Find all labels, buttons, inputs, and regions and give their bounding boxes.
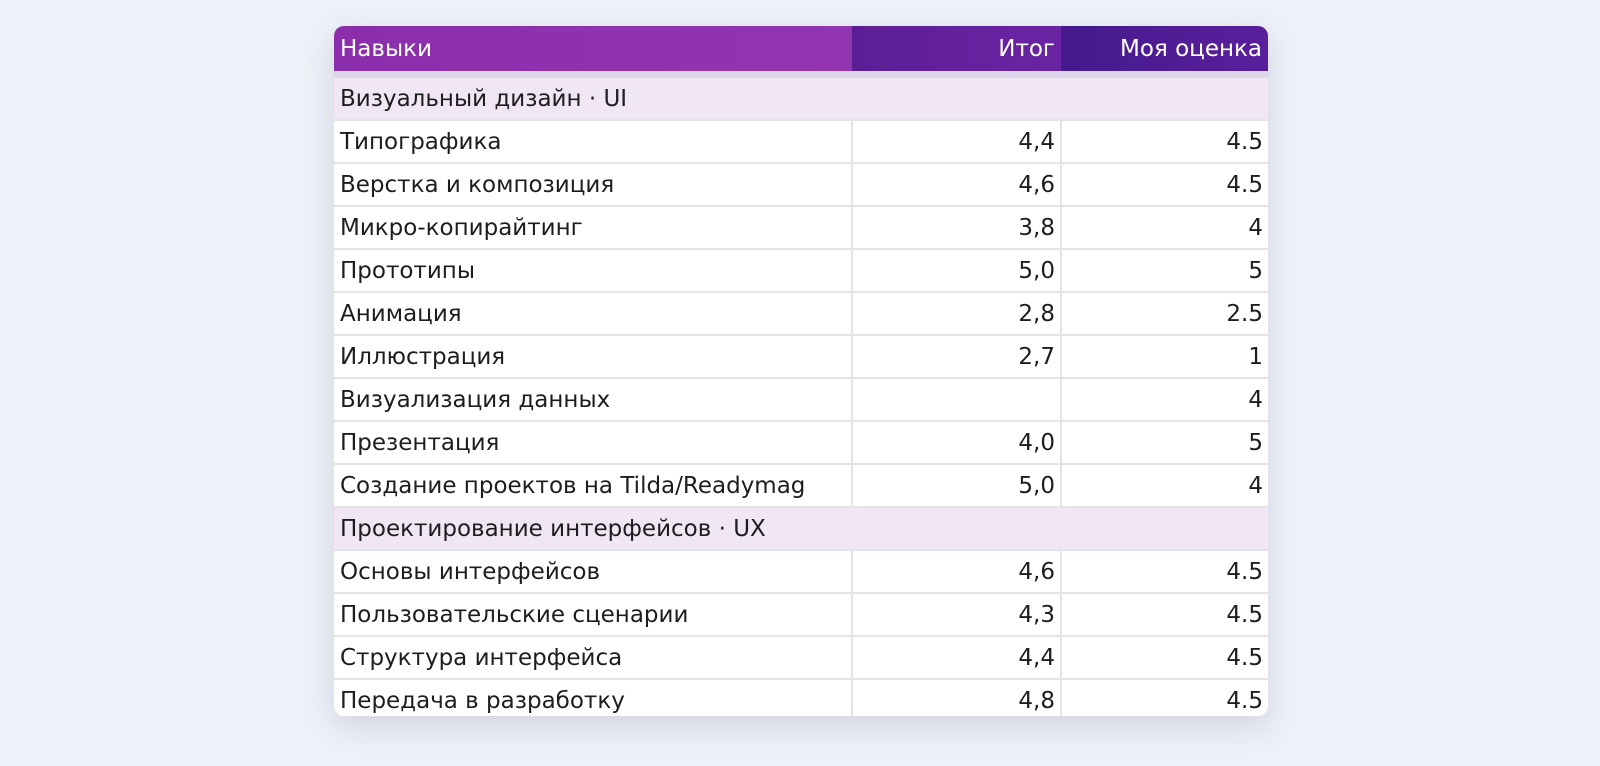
self-rating-cell: 4: [1060, 464, 1268, 508]
self-rating-cell: 2.5: [1060, 292, 1268, 336]
total-score-cell: 4,6: [851, 163, 1061, 207]
table-row[interactable]: Передача в разработку 4,8 4.5: [334, 679, 1268, 716]
total-score-cell: 2,7: [851, 335, 1061, 379]
table-row[interactable]: Визуализация данных 4: [334, 378, 1268, 422]
section-row: Визуальный дизайн · UI: [334, 74, 1268, 121]
self-rating-cell: 4.5: [1060, 679, 1268, 716]
skill-name-cell: Создание проектов на Tilda/Readymag: [334, 464, 852, 508]
total-score-cell: 5,0: [851, 464, 1061, 508]
table-row[interactable]: Типографика 4,4 4.5: [334, 120, 1268, 164]
table-row[interactable]: Презентация 4,0 5: [334, 421, 1268, 465]
self-rating-cell: 4.5: [1060, 550, 1268, 594]
table-row[interactable]: Пользовательские сценарии 4,3 4.5: [334, 593, 1268, 637]
section-title: Проектирование интерфейсов · UX: [334, 507, 1268, 551]
skill-name-cell: Основы интерфейсов: [334, 550, 852, 594]
skill-name-cell: Типографика: [334, 120, 852, 164]
skill-name-cell: Визуализация данных: [334, 378, 852, 422]
skills-table: Навыки Итог Моя оценка Визуальный дизайн…: [334, 26, 1268, 716]
total-score-cell: [851, 378, 1061, 422]
self-rating-cell: 4.5: [1060, 636, 1268, 680]
total-score-cell: 4,4: [851, 120, 1061, 164]
header-row: Навыки Итог Моя оценка: [334, 26, 1268, 78]
table-row[interactable]: Микро-копирайтинг 3,8 4: [334, 206, 1268, 250]
table-row[interactable]: Структура интерфейса 4,4 4.5: [334, 636, 1268, 680]
self-rating-cell: 4.5: [1060, 163, 1268, 207]
self-rating-cell: 1: [1060, 335, 1268, 379]
column-header-total[interactable]: Итог: [852, 26, 1061, 78]
table-row[interactable]: Иллюстрация 2,7 1: [334, 335, 1268, 379]
column-header-self-rating[interactable]: Моя оценка: [1061, 26, 1268, 78]
self-rating-cell: 4: [1060, 378, 1268, 422]
skills-table-card: Навыки Итог Моя оценка Визуальный дизайн…: [334, 26, 1268, 716]
self-rating-cell: 4: [1060, 206, 1268, 250]
skill-name-cell: Презентация: [334, 421, 852, 465]
table-header: Навыки Итог Моя оценка: [334, 26, 1268, 78]
table-row[interactable]: Создание проектов на Tilda/Readymag 5,0 4: [334, 464, 1268, 508]
table-row[interactable]: Анимация 2,8 2.5: [334, 292, 1268, 336]
table-row[interactable]: Верстка и композиция 4,6 4.5: [334, 163, 1268, 207]
skill-name-cell: Передача в разработку: [334, 679, 852, 716]
section-row: Проектирование интерфейсов · UX: [334, 507, 1268, 551]
skill-name-cell: Прототипы: [334, 249, 852, 293]
total-score-cell: 4,8: [851, 679, 1061, 716]
skill-name-cell: Анимация: [334, 292, 852, 336]
section-title: Визуальный дизайн · UI: [334, 74, 1268, 121]
total-score-cell: 4,0: [851, 421, 1061, 465]
table-row[interactable]: Основы интерфейсов 4,6 4.5: [334, 550, 1268, 594]
total-score-cell: 4,3: [851, 593, 1061, 637]
self-rating-cell: 4.5: [1060, 120, 1268, 164]
skill-name-cell: Верстка и композиция: [334, 163, 852, 207]
total-score-cell: 4,4: [851, 636, 1061, 680]
skill-name-cell: Пользовательские сценарии: [334, 593, 852, 637]
column-header-skills[interactable]: Навыки: [334, 26, 852, 78]
total-score-cell: 3,8: [851, 206, 1061, 250]
total-score-cell: 4,6: [851, 550, 1061, 594]
total-score-cell: 2,8: [851, 292, 1061, 336]
total-score-cell: 5,0: [851, 249, 1061, 293]
skill-name-cell: Иллюстрация: [334, 335, 852, 379]
table-body: Визуальный дизайн · UI Типографика 4,4 4.5 В…: [334, 74, 1268, 716]
table-row[interactable]: Прототипы 5,0 5: [334, 249, 1268, 293]
self-rating-cell: 5: [1060, 249, 1268, 293]
self-rating-cell: 5: [1060, 421, 1268, 465]
self-rating-cell: 4.5: [1060, 593, 1268, 637]
skill-name-cell: Микро-копирайтинг: [334, 206, 852, 250]
skill-name-cell: Структура интерфейса: [334, 636, 852, 680]
